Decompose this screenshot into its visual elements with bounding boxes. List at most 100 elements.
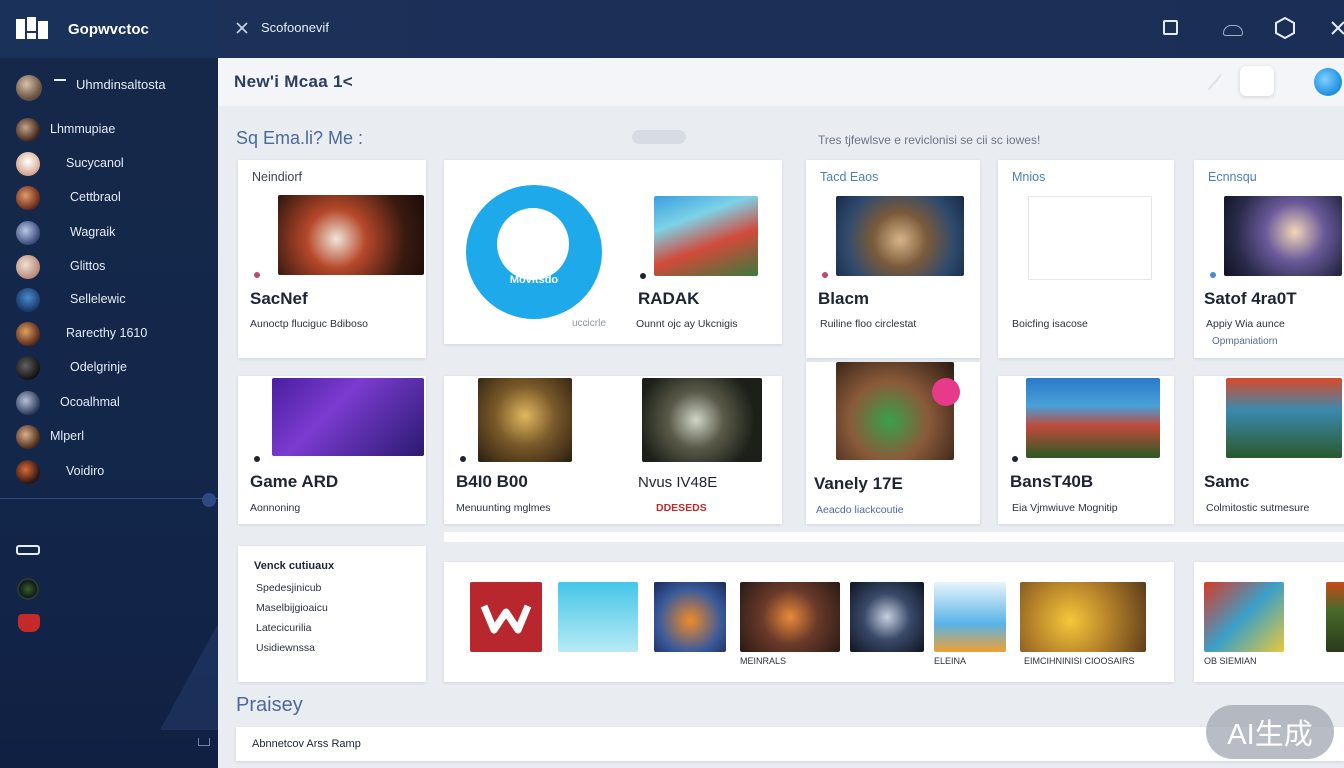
card-category: Tacd Eaos (820, 170, 879, 184)
strip-thumbnail[interactable] (1204, 582, 1284, 652)
list-card[interactable]: Venck cutiuaux Spedesjinicub Maselbijgio… (238, 546, 426, 682)
strip-thumbnail[interactable] (1326, 582, 1344, 652)
user-menu-icon (54, 79, 66, 84)
game-subtitle: Eia Vjmwiuve Mognitip (1012, 502, 1118, 514)
card-category: Ecnnsqu (1208, 170, 1257, 184)
page-title: New'i Mcaa 1< (234, 72, 353, 91)
game-pair-card[interactable]: B4I0 B00 Menuunting mglmes Nvus IV48E DD… (444, 376, 782, 524)
settings-hex-icon[interactable] (1274, 17, 1296, 39)
game-thumbnail (1224, 196, 1342, 276)
sidebar-item-11[interactable]: Voidiro (16, 458, 212, 486)
game-thumbnail (278, 195, 424, 275)
status-orb-icon[interactable] (17, 578, 39, 600)
app-name: Gopwvctoc (68, 21, 149, 38)
game-thumbnail (654, 196, 758, 276)
game-card[interactable]: Samc Colmitostic sutmesure (1194, 376, 1344, 524)
app-logo-icon[interactable] (16, 17, 48, 41)
globe-icon[interactable] (1314, 68, 1342, 96)
sidebar-item-label: Odelgrinje (70, 360, 127, 374)
favorite-pin-icon[interactable] (932, 378, 960, 406)
sidebar-item-7[interactable]: Rarecthy 1610 (16, 320, 212, 348)
sidebar-item-label: Rarecthy 1610 (66, 326, 148, 340)
status-dot (640, 273, 646, 279)
cloud-icon[interactable] (1223, 25, 1243, 36)
game-title: Samc (1204, 472, 1250, 491)
sidebar-item-6[interactable]: Sellelewic (16, 286, 212, 314)
strip-thumbnail[interactable] (934, 582, 1006, 652)
strip-thumbnail[interactable] (740, 582, 840, 652)
sidebar-item-2[interactable]: Sucycanol (16, 150, 212, 178)
nav-avatar (16, 152, 40, 176)
sidebar-item-3[interactable]: Cettbraol (16, 184, 212, 212)
game-card[interactable]: Vanely 17E Aeacdo liackcoutie (806, 362, 980, 524)
game-card[interactable]: Mnios Boicfing isacose (998, 160, 1174, 358)
sidebar-item-label: Wagraik (70, 225, 116, 239)
strip-caption: MEINRALS (740, 656, 787, 666)
sidebar-item-5[interactable]: Glittos (16, 253, 212, 281)
sub-header: New'i Mcaa 1< (218, 58, 1344, 106)
game-thumbnail (836, 362, 954, 460)
game-title: Game ARD (250, 472, 339, 491)
divider (1207, 73, 1223, 91)
main-content: Sq Ema.li? Me : Tres tjfewlsve e reviclo… (218, 106, 1344, 768)
nav-avatar (16, 391, 40, 415)
tray-icon[interactable] (198, 738, 210, 746)
controller-icon[interactable] (16, 545, 40, 555)
close-window-icon[interactable] (1330, 20, 1344, 36)
list-item[interactable]: Usidiewnssa (256, 642, 315, 654)
sidebar-item-1[interactable]: Lhmmupiae (16, 116, 212, 144)
strip-thumbnail[interactable] (850, 582, 924, 652)
nav-avatar (16, 288, 40, 312)
game-subtitle: Aunoctp fluciguc Bdiboso (250, 318, 368, 330)
strip-thumbnail[interactable] (1020, 582, 1146, 652)
strip-thumbnail[interactable] (654, 582, 726, 652)
sidebar-item-9[interactable]: Ocoalhmal (16, 389, 212, 417)
game-card[interactable]: Game ARD Aonnoning (238, 376, 426, 524)
strip-thumbnail[interactable] (470, 582, 542, 652)
game-card[interactable]: Neindiorf SacNef Aunoctp fluciguc Bdibos… (238, 160, 426, 358)
game-card[interactable]: Ecnnsqu Satof 4ra0T Appiy Wia aunce Opmp… (1194, 160, 1344, 358)
game-title: Vanely 17E (814, 474, 903, 493)
window-icon[interactable] (1163, 20, 1178, 35)
game-subtitle: Aonnoning (250, 502, 301, 514)
strip-caption: ELEINA (934, 656, 967, 666)
user-name: Uhmdinsaltosta (76, 77, 166, 92)
sidebar-item-8[interactable]: Odelgrinje (16, 354, 212, 382)
game-subtitle: Boicfing isacose (1012, 318, 1088, 330)
list-item[interactable]: Spedesjinicub (256, 582, 321, 594)
featured-card[interactable]: Movitsdo uccicrle RADAK Ounnt ojc ay Ukc… (444, 160, 782, 344)
section-filter-pill[interactable] (632, 130, 686, 144)
nav-avatar (16, 118, 40, 142)
current-user[interactable]: Uhmdinsaltosta (16, 71, 216, 105)
game-thumbnail (642, 378, 762, 462)
list-item[interactable]: Latecicurilia (256, 622, 311, 634)
game-subtitle-2: Opmpaniatiorn (1212, 336, 1278, 347)
game-card[interactable]: BansT40B Eia Vjmwiuve Mognitip (998, 376, 1174, 524)
nav-avatar (16, 255, 40, 279)
sidebar-item-4[interactable]: Wagraik (16, 219, 212, 247)
sidebar-divider (0, 498, 218, 499)
strip-thumbnail[interactable] (558, 582, 638, 652)
sidebar-item-label: Glittos (70, 259, 106, 273)
heart-icon[interactable] (18, 614, 40, 632)
sidebar-item-10[interactable]: Mlperl (16, 423, 212, 451)
featured-small-text: uccicrle (572, 318, 606, 329)
featured-logo-text: Movitsdo (509, 274, 559, 286)
sidebar-item-label: Sellelewic (70, 292, 126, 306)
close-icon[interactable] (236, 22, 248, 34)
sidebar-collapse-handle[interactable] (202, 493, 216, 507)
game-subtitle: DDESEDS (656, 502, 707, 514)
user-avatar (16, 75, 42, 101)
status-dot (822, 272, 828, 278)
game-subtitle: Ounnt ojc ay Ukcnigis (636, 318, 738, 330)
list-item[interactable]: Maselbijgioaicu (256, 602, 328, 614)
status-dot (1012, 456, 1018, 462)
bottom-bar[interactable]: Abnnetcov Arss Ramp (236, 727, 1344, 761)
sidebar-item-label: Sucycanol (66, 156, 124, 170)
game-subtitle: Ruiline floo circlestat (820, 318, 917, 330)
sidebar-item-label: Cettbraol (70, 190, 121, 204)
w-logo-icon (480, 604, 532, 634)
action-button[interactable] (1240, 66, 1274, 96)
game-subtitle: Appiy Wia aunce (1206, 318, 1285, 330)
game-card[interactable]: Tacd Eaos Blacm Ruiline floo circlestat (806, 160, 980, 358)
